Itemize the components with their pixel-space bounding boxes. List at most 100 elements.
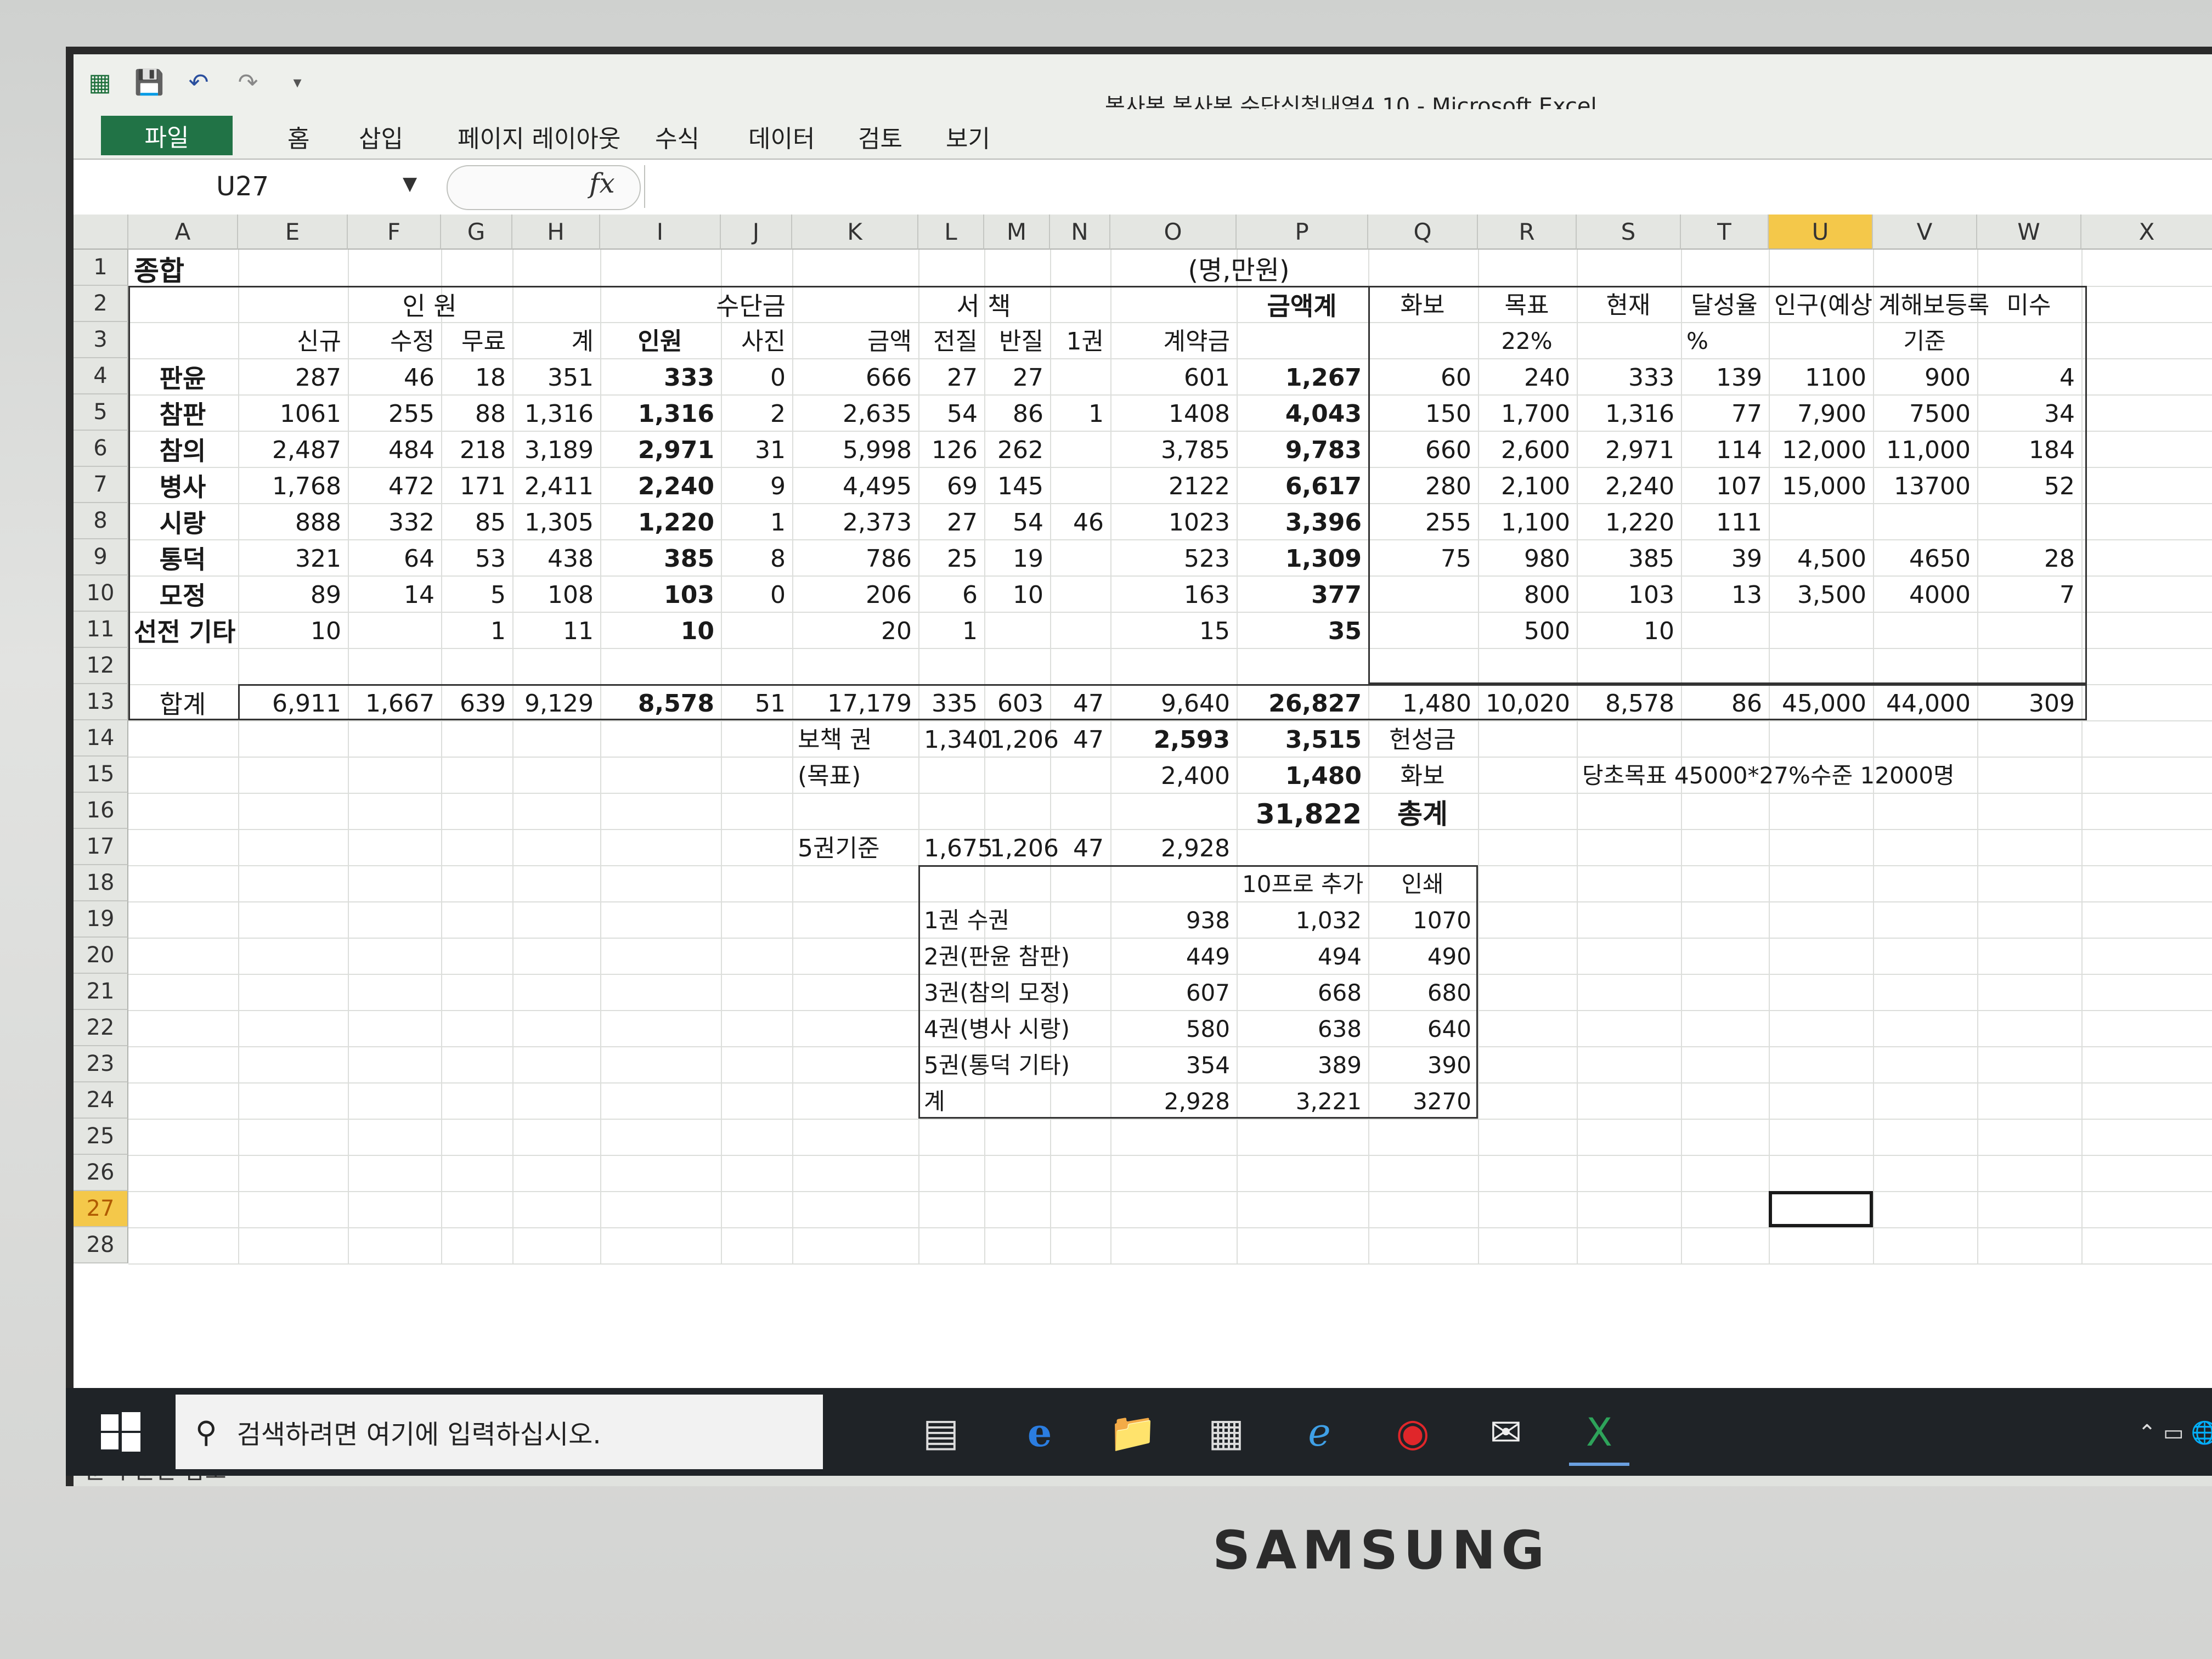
- cell-p15[interactable]: 1,480: [1242, 764, 1362, 788]
- row-header-3[interactable]: 3: [74, 322, 128, 358]
- name-box[interactable]: U27: [84, 166, 447, 207]
- row-header-17[interactable]: 17: [74, 829, 128, 865]
- row-header-28[interactable]: 28: [74, 1227, 128, 1263]
- cell-m14[interactable]: 1,206: [990, 728, 1059, 752]
- insert-function-icon[interactable]: fx: [589, 167, 615, 199]
- grand-total-label[interactable]: 총계: [1374, 800, 1471, 828]
- row-header-27[interactable]: 27: [74, 1191, 128, 1227]
- row-header-19[interactable]: 19: [74, 901, 128, 938]
- edge-browser-icon[interactable]: e: [1009, 1402, 1070, 1463]
- tab-data[interactable]: 데이터: [748, 119, 815, 154]
- column-header-q[interactable]: Q: [1368, 215, 1478, 250]
- donation-label[interactable]: 헌성금: [1374, 728, 1471, 752]
- column-header-s[interactable]: S: [1577, 215, 1681, 250]
- tab-formulas[interactable]: 수식: [655, 119, 699, 154]
- select-all-corner[interactable]: [74, 215, 128, 250]
- row-header-7[interactable]: 7: [74, 467, 128, 503]
- cell-o14[interactable]: 2,593: [1116, 728, 1230, 752]
- cell-l14[interactable]: 1,340: [924, 728, 993, 752]
- column-header-u[interactable]: U: [1769, 215, 1873, 250]
- tab-file[interactable]: 파일: [101, 116, 233, 155]
- row-header-8[interactable]: 8: [74, 503, 128, 539]
- five-volume-basis-label[interactable]: 5권기준: [798, 837, 912, 861]
- tab-home[interactable]: 홈: [287, 119, 309, 154]
- row-header-10[interactable]: 10: [74, 575, 128, 612]
- undo-icon[interactable]: ↶: [183, 67, 214, 98]
- row-header-22[interactable]: 22: [74, 1010, 128, 1046]
- photobook-label[interactable]: 화보: [1374, 764, 1471, 788]
- grand-total-value[interactable]: 31,822: [1242, 800, 1362, 828]
- column-header-o[interactable]: O: [1110, 215, 1237, 250]
- column-header-x[interactable]: X: [2081, 215, 2212, 250]
- sheet-heading[interactable]: 종합: [134, 257, 232, 285]
- file-explorer-icon[interactable]: 📁: [1103, 1402, 1163, 1463]
- column-header-w[interactable]: W: [1977, 215, 2081, 250]
- column-header-e[interactable]: E: [238, 215, 348, 250]
- chevron-down-icon[interactable]: ▼: [403, 173, 417, 195]
- system-tray-icons[interactable]: ⌃ ▭ 🌐: [2107, 1402, 2212, 1463]
- column-header-j[interactable]: J: [721, 215, 792, 250]
- row-header-18[interactable]: 18: [74, 865, 128, 901]
- row-header-23[interactable]: 23: [74, 1046, 128, 1082]
- row-header-13[interactable]: 13: [74, 684, 128, 720]
- row-header-14[interactable]: 14: [74, 720, 128, 757]
- customize-qat-icon[interactable]: ▾: [282, 67, 313, 98]
- book-volume-label[interactable]: 보책 권: [798, 728, 912, 752]
- store-icon[interactable]: ▦: [1196, 1402, 1256, 1463]
- column-header-l[interactable]: L: [918, 215, 984, 250]
- windows-start-icon[interactable]: [99, 1410, 143, 1454]
- row-header-2[interactable]: 2: [74, 286, 128, 322]
- original-target-note[interactable]: 당초목표 45000*27%수준 12000명: [1582, 764, 1971, 787]
- internet-explorer-icon[interactable]: e: [1289, 1402, 1350, 1463]
- mail-icon[interactable]: ✉: [1476, 1402, 1536, 1463]
- column-header-n[interactable]: N: [1050, 215, 1110, 250]
- column-header-p[interactable]: P: [1237, 215, 1368, 250]
- row-header-16[interactable]: 16: [74, 793, 128, 829]
- row-header-11[interactable]: 11: [74, 612, 128, 648]
- cell-p14[interactable]: 3,515: [1242, 728, 1362, 752]
- column-header-t[interactable]: T: [1681, 215, 1769, 250]
- row-header-12[interactable]: 12: [74, 648, 128, 684]
- formula-input[interactable]: [644, 165, 2203, 208]
- row-header-6[interactable]: 6: [74, 431, 128, 467]
- row-header-21[interactable]: 21: [74, 974, 128, 1010]
- cell-l17[interactable]: 1,675: [924, 837, 993, 861]
- column-header-i[interactable]: I: [600, 215, 721, 250]
- column-header-m[interactable]: M: [984, 215, 1050, 250]
- red-app-icon[interactable]: ◉: [1383, 1402, 1443, 1463]
- row-header-1[interactable]: 1: [74, 250, 128, 286]
- worksheet-grid[interactable]: A E F G H I J K L M N O P Q R S T U V W X 1 2 3 4 5 6 7 8 9 10 11 12 13 14…: [74, 215, 2212, 1410]
- cell-n17[interactable]: 47: [1056, 837, 1104, 861]
- excel-taskbar-icon[interactable]: X: [1569, 1402, 1629, 1466]
- target-label[interactable]: (목표): [798, 764, 912, 788]
- unit-label[interactable]: (명,만원): [1116, 257, 1362, 284]
- tab-insert[interactable]: 삽입: [359, 119, 403, 154]
- column-header-v[interactable]: V: [1873, 215, 1977, 250]
- cell-o17[interactable]: 2,928: [1116, 837, 1230, 861]
- column-header-a[interactable]: A: [128, 215, 238, 250]
- cell-o15[interactable]: 2,400: [1116, 764, 1230, 788]
- column-header-k[interactable]: K: [792, 215, 918, 250]
- cell-m17[interactable]: 1,206: [990, 837, 1059, 861]
- row-header-24[interactable]: 24: [74, 1082, 128, 1119]
- column-header-f[interactable]: F: [348, 215, 441, 250]
- redo-icon[interactable]: ↷: [233, 67, 263, 98]
- tab-page-layout[interactable]: 페이지 레이아웃: [458, 119, 620, 154]
- row-header-5[interactable]: 5: [74, 394, 128, 431]
- row-header-25[interactable]: 25: [74, 1119, 128, 1155]
- save-icon[interactable]: 💾: [134, 67, 165, 98]
- taskbar-search-box[interactable]: ⚲ 검색하려면 여기에 입력하십시오.: [176, 1395, 823, 1469]
- task-view-icon[interactable]: ▤: [911, 1402, 971, 1463]
- row-header-9[interactable]: 9: [74, 539, 128, 575]
- tab-review[interactable]: 검토: [858, 119, 902, 154]
- row-header-20[interactable]: 20: [74, 938, 128, 974]
- row-header-4[interactable]: 4: [74, 358, 128, 394]
- row-header-26[interactable]: 26: [74, 1155, 128, 1191]
- tab-view[interactable]: 보기: [946, 119, 990, 154]
- row-header-15[interactable]: 15: [74, 757, 128, 793]
- column-header-h[interactable]: H: [512, 215, 600, 250]
- column-header-g[interactable]: G: [441, 215, 512, 250]
- cell-n14[interactable]: 47: [1056, 728, 1104, 752]
- column-header-r[interactable]: R: [1478, 215, 1577, 250]
- selected-cell-u27[interactable]: [1769, 1191, 1873, 1227]
